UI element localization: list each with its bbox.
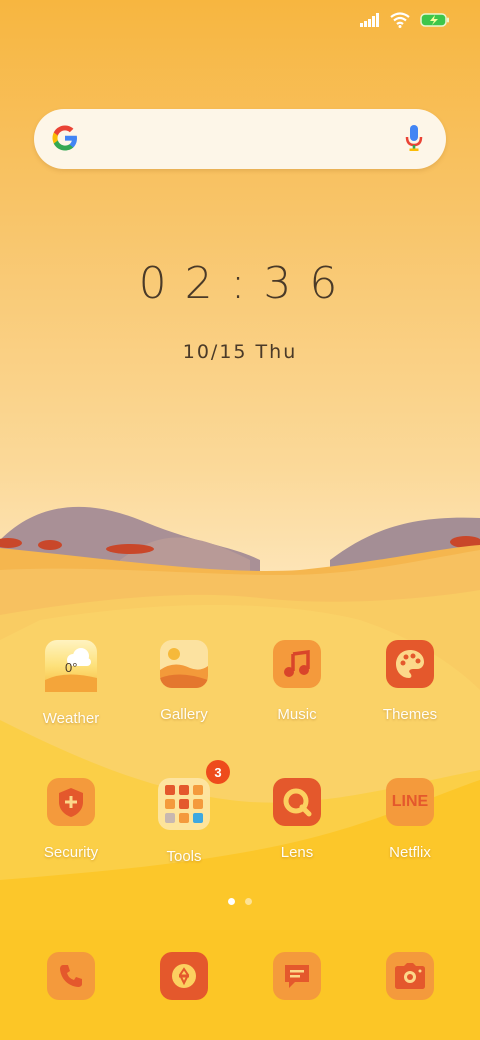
app-weather[interactable]: 0° Weather (16, 640, 126, 727)
camera-icon (386, 952, 434, 1000)
dock-phone[interactable] (16, 952, 126, 1000)
dock-messages[interactable] (242, 952, 352, 1000)
app-netflix[interactable]: LINE Netflix (355, 778, 465, 861)
app-tools-folder[interactable]: 3 Tools (129, 760, 239, 865)
microphone-icon[interactable] (404, 124, 424, 159)
app-label: Music (277, 706, 317, 723)
weather-icon: 0° (45, 640, 97, 692)
page-dot-2[interactable] (245, 898, 252, 905)
app-label: Netflix (389, 844, 431, 861)
wifi-icon (390, 12, 410, 28)
lens-icon (273, 778, 321, 826)
google-logo-icon (50, 123, 80, 158)
page-indicator (0, 898, 480, 905)
app-label: Lens (280, 844, 314, 861)
app-music[interactable]: Music (242, 640, 352, 723)
signal-icon (360, 13, 380, 27)
app-label: Themes (382, 706, 438, 723)
weather-temperature: 0° (65, 660, 78, 675)
battery-charging-icon (420, 13, 450, 27)
gallery-icon (160, 640, 208, 688)
app-label: Security (43, 844, 99, 861)
google-search-bar[interactable] (34, 109, 446, 169)
music-icon (273, 640, 321, 688)
messages-icon (273, 952, 321, 1000)
phone-icon (47, 952, 95, 1000)
wallet-icon (160, 952, 208, 1000)
status-bar (360, 12, 450, 28)
app-label: Weather (42, 710, 100, 727)
app-label: Gallery (160, 706, 208, 723)
palette-icon (386, 640, 434, 688)
app-label: Tools (166, 848, 202, 865)
dock-camera[interactable] (355, 952, 465, 1000)
clock-time[interactable]: 02:36 (0, 258, 480, 309)
line-icon-text: LINE (391, 793, 429, 810)
line-icon: LINE (386, 778, 434, 826)
app-security[interactable]: Security (16, 778, 126, 861)
shield-icon (47, 778, 95, 826)
app-lens[interactable]: Lens (242, 778, 352, 861)
dock-wallet[interactable] (129, 952, 239, 1000)
notification-badge: 3 (206, 760, 230, 784)
app-gallery[interactable]: Gallery (129, 640, 239, 723)
app-themes[interactable]: Themes (355, 640, 465, 723)
clock-date: 10/15 Thu (182, 341, 298, 363)
page-dot-1[interactable] (228, 898, 235, 905)
folder-icon: 3 (158, 760, 230, 830)
